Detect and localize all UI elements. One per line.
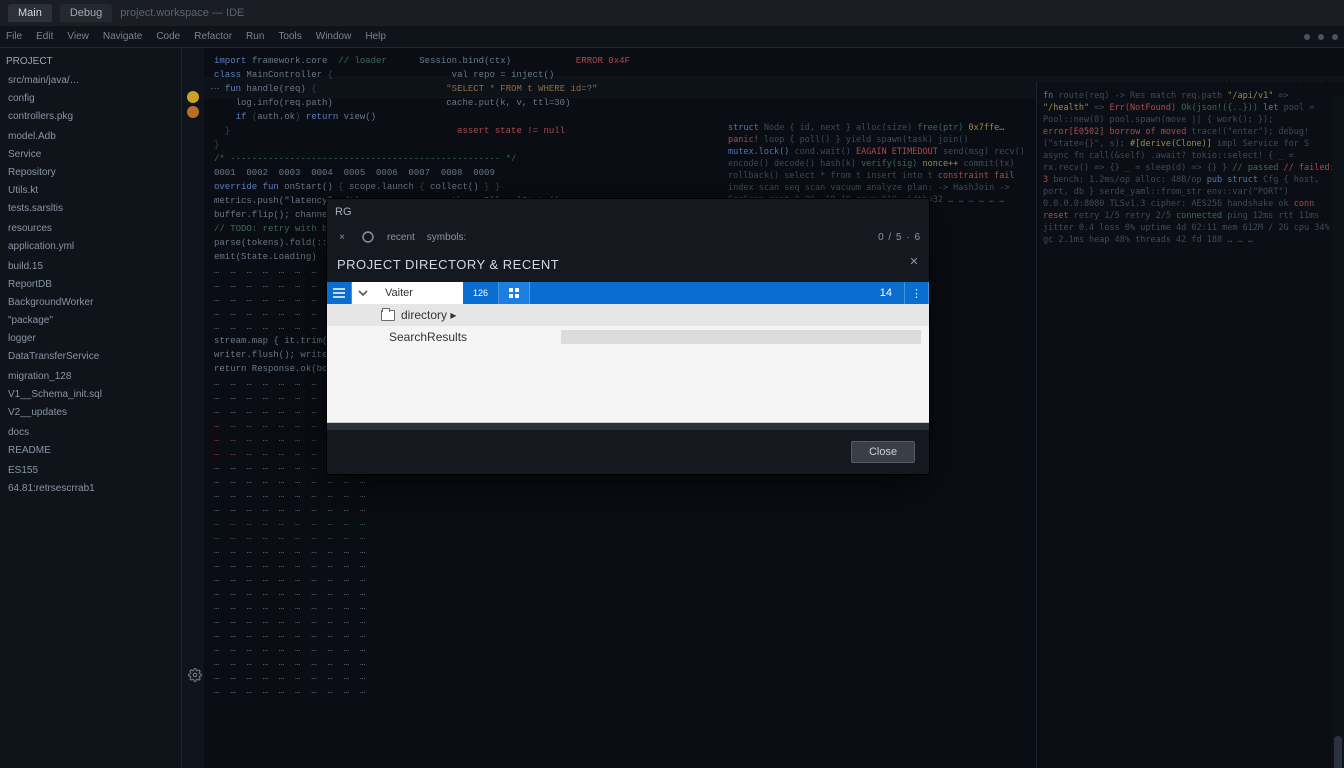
menubar: File Edit View Navigate Code Refactor Ru… [0, 26, 1344, 48]
circle-icon [361, 230, 375, 244]
menu-help[interactable]: Help [365, 31, 386, 42]
sidebar-item[interactable]: application.yml [2, 238, 179, 256]
folder-icon [381, 310, 395, 321]
menu-edit[interactable]: Edit [36, 31, 53, 42]
sidebar-item[interactable]: ReportDB [2, 276, 179, 294]
more-vertical-icon[interactable]: ⋮ [905, 282, 929, 304]
sidebar-item[interactable]: README [2, 442, 179, 460]
status-dot-icon [1304, 34, 1310, 40]
dialog-result-list[interactable]: directory ▸ SearchResults [327, 304, 929, 422]
sidebar-item[interactable]: build.15 [2, 258, 179, 276]
sidebar-item[interactable]: config [2, 90, 179, 108]
sidebar-item[interactable]: tests.sarsltis [2, 200, 179, 218]
list-item[interactable]: SearchResults [327, 326, 929, 348]
sidebar-item[interactable]: logger [2, 330, 179, 348]
sidebar-item[interactable]: ES155 [2, 462, 179, 480]
list-item-label: directory ▸ [401, 308, 456, 322]
scrollbar-thumb[interactable] [1334, 736, 1342, 768]
editor-right-title: (Process & Session View) [1223, 81, 1338, 92]
dialog-tab-rnum: 14 [868, 282, 905, 304]
search-dialog: RG × recent symbols: 0 / 5 · 6 ✕ PROJECT… [326, 198, 930, 475]
close-icon[interactable]: × [335, 230, 349, 244]
sidebar-item[interactable]: src/main/java/… [2, 72, 179, 90]
dialog-footer: Close [327, 430, 929, 474]
editor-tab-row: … (Process & Session View) [204, 76, 1344, 98]
sidebar-header: PROJECT [2, 52, 179, 72]
editor-tab[interactable]: … [210, 81, 220, 92]
breakpoint-icon[interactable] [187, 106, 199, 118]
sidebar-item[interactable]: Utils.kt [2, 182, 179, 200]
menu-navigate[interactable]: Navigate [103, 31, 142, 42]
menu-file[interactable]: File [6, 31, 22, 42]
grid-icon[interactable] [499, 282, 530, 304]
dialog-divider [327, 422, 929, 430]
sidebar-item[interactable]: V2__updates [2, 404, 179, 422]
menu-refactor[interactable]: Refactor [194, 31, 232, 42]
sidebar-item[interactable]: Repository [2, 164, 179, 182]
dialog-tab-count: 126 [463, 282, 499, 304]
menu-window[interactable]: Window [316, 31, 352, 42]
list-item-meta-bar [561, 330, 921, 344]
dialog-prefix: RG [335, 206, 352, 218]
breakpoint-gutter[interactable] [182, 48, 204, 768]
list-item[interactable]: directory ▸ [327, 304, 929, 326]
chevron-down-icon[interactable] [352, 282, 375, 304]
sidebar-item[interactable]: docs [2, 424, 179, 442]
list-item-label: SearchResults [389, 330, 467, 344]
sidebar-item[interactable]: resources [2, 220, 179, 238]
window-title: project.workspace — IDE [120, 7, 244, 19]
menu-code[interactable]: Code [156, 31, 180, 42]
sidebar-item[interactable]: controllers.pkg [2, 108, 179, 126]
menu-tools[interactable]: Tools [278, 31, 301, 42]
titlebar-tab-main[interactable]: Main [8, 4, 52, 22]
vertical-scrollbar[interactable] [1332, 96, 1344, 768]
sidebar-item[interactable]: model.Adb [2, 128, 179, 146]
sidebar-item[interactable]: 64.81:retrsescrrab1 [2, 480, 179, 498]
sidebar-item[interactable]: BackgroundWorker [2, 294, 179, 312]
dialog-close-icon[interactable]: ✕ [907, 255, 921, 269]
dialog-titlebar[interactable]: RG [327, 199, 929, 225]
dialog-toolbar: × recent symbols: 0 / 5 · 6 [327, 225, 929, 249]
sidebar-item[interactable]: "package" [2, 312, 179, 330]
titlebar-tab-debug[interactable]: Debug [60, 4, 112, 22]
menu-run[interactable]: Run [246, 31, 264, 42]
status-dot-icon [1318, 34, 1324, 40]
status-dot-icon [1332, 34, 1338, 40]
breakpoint-icon[interactable] [187, 91, 199, 103]
dialog-tool-symbols[interactable]: symbols: [427, 232, 466, 243]
gear-icon[interactable] [188, 668, 202, 682]
sidebar-item[interactable]: Service [2, 146, 179, 164]
dialog-tool-recent[interactable]: recent [387, 232, 415, 243]
close-button[interactable]: Close [851, 441, 915, 463]
project-sidebar[interactable]: PROJECT src/main/java/… config controlle… [0, 48, 182, 768]
dialog-tabstrip: Vaiter 126 14 ⋮ [327, 282, 929, 304]
sidebar-item[interactable]: migration_128 [2, 368, 179, 386]
dialog-result-count: 0 / 5 · 6 [878, 232, 921, 243]
hamburger-icon[interactable] [327, 282, 352, 304]
dialog-tab-name[interactable]: Vaiter [375, 282, 463, 304]
os-titlebar: Main Debug project.workspace — IDE [0, 0, 1344, 26]
sidebar-item[interactable]: V1__Schema_init.sql [2, 386, 179, 404]
menu-view[interactable]: View [67, 31, 89, 42]
code-background-right: fn route(req) -> Res match req.path "/ap… [1036, 82, 1344, 768]
dialog-heading: PROJECT DIRECTORY & RECENT [327, 249, 929, 282]
sidebar-item[interactable]: DataTransferService [2, 348, 179, 366]
